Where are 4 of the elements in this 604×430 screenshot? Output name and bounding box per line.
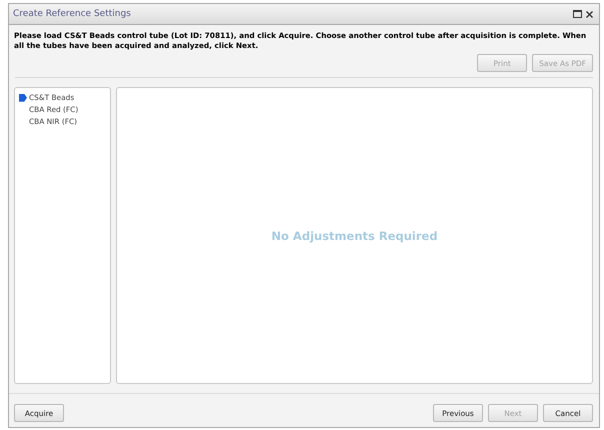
maximize-icon[interactable] xyxy=(573,10,582,18)
close-icon[interactable] xyxy=(586,10,593,18)
window-title: Create Reference Settings xyxy=(13,9,131,19)
status-message: No Adjustments Required xyxy=(271,228,438,243)
